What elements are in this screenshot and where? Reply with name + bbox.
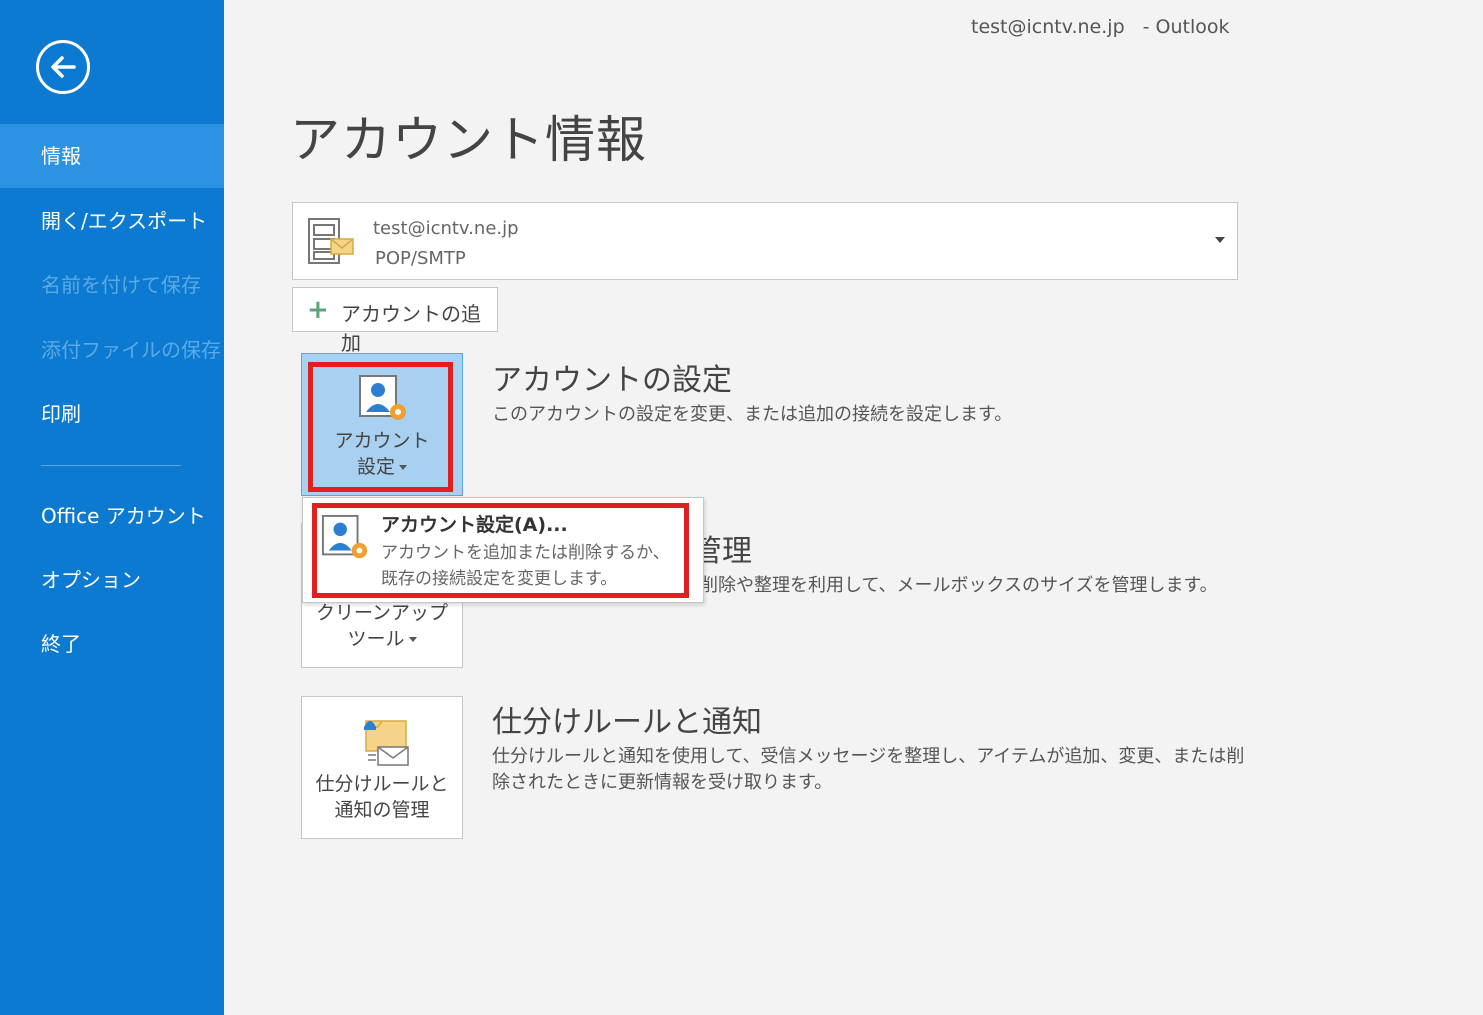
menu-item-desc-line-2: 既存の接続設定を変更します。 [381,569,618,589]
window-title: test@icntv.ne.jp - Outlook [971,16,1230,38]
backstage-sidebar: 情報 開く/エクスポート 名前を付けて保存 添付ファイルの保存 印刷 Offic… [0,0,224,1015]
chevron-down-icon[interactable] [1215,237,1225,243]
add-account-label: アカウントの追加 [341,302,481,355]
nav-options[interactable]: オプション [0,548,224,612]
caret-down-icon [408,637,417,642]
sidebar-divider [41,465,181,466]
nav-save-attachments: 添付ファイルの保存 [41,338,221,362]
nav-info[interactable]: 情報 [0,124,224,188]
rules-alerts-icon [364,720,409,766]
rules-alerts-label-2: 通知の管理 [334,799,430,821]
page-title: アカウント情報 [290,111,647,169]
account-settings-label-2: 設定 [302,454,462,480]
cleanup-desc: 削除や整理を利用して、メールボックスのサイズを管理します。 [700,575,1218,596]
account-type: POP/SMTP [375,248,466,269]
rules-title: 仕分けルールと通知 [492,705,762,740]
menu-item-account-settings[interactable]: アカウント設定(A)... アカウントを追加または削除するか、 既存の接続設定を… [303,498,703,602]
account-email: test@icntv.ne.jp [373,218,519,239]
caret-down-icon [399,465,407,470]
menu-item-title: アカウント設定(A)... [381,514,568,536]
nav-exit[interactable]: 終了 [0,612,224,676]
cleanup-tools-label-1: クリーンアップ [315,602,449,624]
rules-desc-line-1: 仕分けルールと通知を使用して、受信メッセージを整理し、アイテムが追加、変更、また… [492,746,1245,767]
cleanup-tools-label-2: ツール [302,626,462,652]
account-settings-menu: アカウント設定(A)... アカウントを追加または削除するか、 既存の接続設定を… [302,497,704,603]
account-settings-label-1: アカウント [334,430,430,452]
nav-office-account[interactable]: Office アカウント [0,484,224,548]
account-settings-desc: このアカウントの設定を変更、または追加の接続を設定します。 [492,404,1013,425]
rules-alerts-button[interactable]: 仕分けルールと 通知の管理 [301,696,463,839]
window-app-name: - Outlook [1142,16,1230,38]
nav-print[interactable]: 印刷 [0,382,224,446]
account-settings-title: アカウントの設定 [492,363,732,398]
window-account: test@icntv.ne.jp [971,16,1125,38]
plus-icon: + [307,295,329,325]
back-button[interactable] [36,40,90,94]
account-selector[interactable]: test@icntv.ne.jp POP/SMTP [292,202,1238,280]
add-account-button[interactable]: + アカウントの追加 [292,287,498,355]
nav-open-export[interactable]: 開く/エクスポート [0,189,224,253]
nav-save-as: 名前を付けて保存 [41,273,201,297]
account-settings-icon [359,375,406,420]
rules-desc-line-2: 除されたときに更新情報を受け取ります。 [492,772,833,793]
account-settings-icon [321,514,368,559]
menu-item-desc-line-1: アカウントを追加または削除するか、 [381,543,670,563]
account-settings-button[interactable]: アカウント 設定 [301,353,463,496]
mail-account-icon [308,218,354,264]
back-arrow-icon [51,56,76,78]
rules-alerts-label-1: 仕分けルールと [315,773,449,795]
